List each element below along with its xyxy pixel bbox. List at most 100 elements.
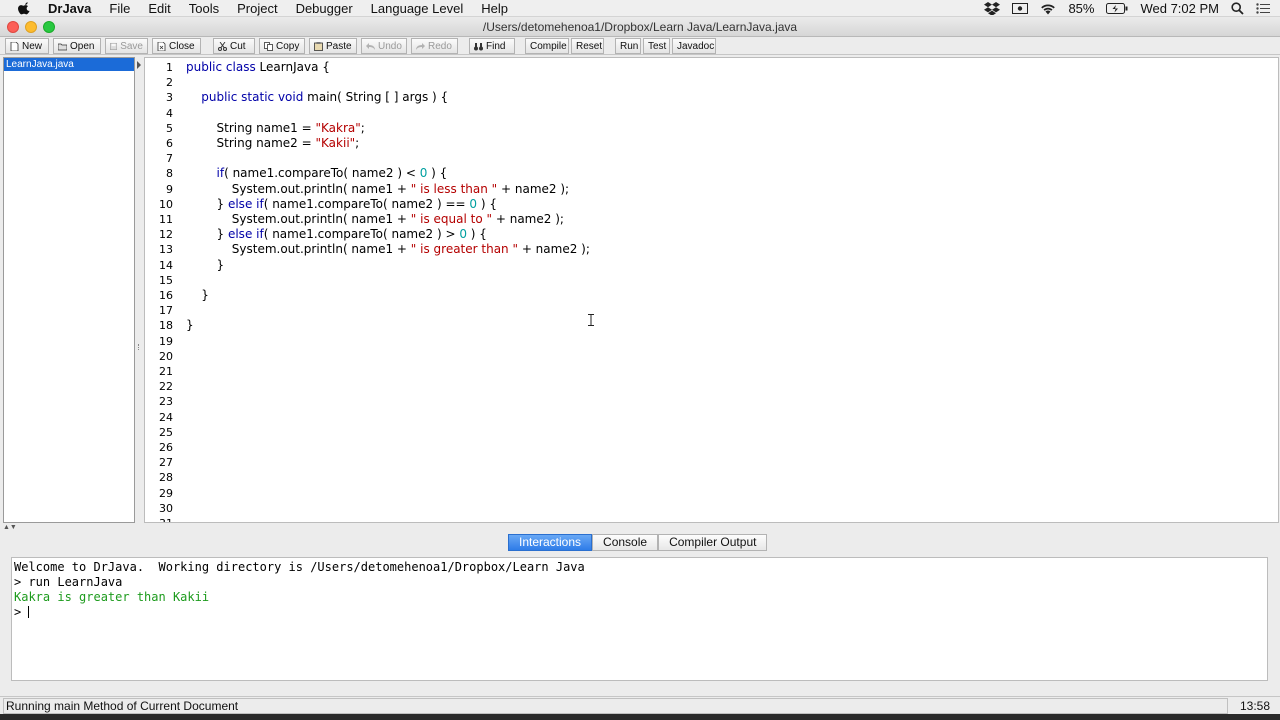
- new-button[interactable]: New: [5, 38, 49, 54]
- compile-button[interactable]: Compile: [525, 38, 569, 54]
- battery-icon[interactable]: [1106, 3, 1128, 14]
- code-line: } else if( name1.compareTo( name2 ) > 0 …: [186, 227, 487, 241]
- code-token: "Kakra": [315, 120, 361, 135]
- open-button[interactable]: Open: [53, 38, 101, 54]
- code-token: ;: [355, 136, 360, 150]
- menu-help[interactable]: Help: [481, 1, 508, 16]
- tab-interactions[interactable]: Interactions: [508, 534, 593, 551]
- code-token: System.out.println( name1 +: [186, 212, 411, 226]
- menu-file[interactable]: File: [109, 1, 130, 16]
- code-line: public class LearnJava {: [186, 60, 330, 74]
- horizontal-split-divider[interactable]: ▲▼: [0, 523, 1280, 531]
- code-token: " is less than ": [410, 181, 498, 196]
- find-button[interactable]: Find: [469, 38, 515, 54]
- code-token: }: [186, 227, 228, 242]
- code-token: }: [186, 288, 209, 302]
- line-number: 4: [166, 106, 173, 120]
- line-number: 21: [159, 365, 173, 378]
- code-token: ( name1.compareTo( name2 ) ==: [263, 196, 470, 211]
- line-number: 18: [159, 319, 173, 333]
- code-line: String name2 = "Kakii";: [186, 136, 360, 150]
- copy-button[interactable]: Copy: [259, 38, 305, 54]
- wifi-icon[interactable]: [1040, 3, 1056, 15]
- line-number: 13: [159, 243, 173, 257]
- vertical-split-divider[interactable]: [136, 57, 143, 523]
- tab-console[interactable]: Console: [592, 534, 659, 551]
- input-prompt-line[interactable]: >: [14, 605, 30, 619]
- window-title-bar[interactable]: /Users/detomehenoa1/Dropbox/Learn Java/L…: [0, 17, 1280, 37]
- line-number: 20: [159, 349, 173, 363]
- save-disk-icon: [110, 42, 118, 50]
- line-number: 25: [159, 425, 173, 439]
- code-token: + name2 );: [492, 212, 564, 226]
- copy-icon: [264, 41, 273, 51]
- line-number: 1: [166, 61, 173, 74]
- cut-button[interactable]: Cut: [213, 38, 255, 54]
- code-line: }: [186, 288, 209, 302]
- scissors-icon: [218, 41, 227, 51]
- line-number: 7: [166, 152, 173, 166]
- text-cursor-icon: [588, 314, 594, 326]
- menu-app-name[interactable]: DrJava: [48, 1, 91, 16]
- battery-percent: 85%: [1068, 1, 1095, 16]
- code-token: " is greater than ": [410, 242, 518, 257]
- copy-button-label: Copy: [276, 40, 300, 52]
- spotlight-search-icon[interactable]: [1231, 2, 1244, 15]
- test-button[interactable]: Test: [643, 38, 670, 54]
- redo-button-label: Redo: [428, 40, 452, 52]
- open-folder-icon: [58, 43, 67, 50]
- redo-button[interactable]: Redo: [411, 38, 458, 54]
- line-number: 23: [159, 395, 173, 409]
- reset-button[interactable]: Reset: [571, 38, 604, 54]
- javadoc-button[interactable]: Javadoc: [672, 38, 716, 54]
- save-button[interactable]: Save: [105, 38, 148, 54]
- menu-language-level[interactable]: Language Level: [371, 1, 464, 16]
- menubar-clock[interactable]: Wed 7:02 PM: [1140, 1, 1219, 16]
- collapse-arrow-icon[interactable]: [137, 61, 141, 69]
- code-token: String name1 =: [186, 120, 316, 135]
- apple-icon[interactable]: [18, 1, 32, 15]
- line-number: 27: [159, 456, 173, 470]
- code-token: main( String [ ] args ) {: [307, 90, 449, 105]
- paste-button[interactable]: Paste: [309, 38, 357, 54]
- undo-button[interactable]: Undo: [361, 38, 407, 54]
- status-bar: Running main Method of Current Document …: [0, 696, 1280, 714]
- code-editor[interactable]: 1 2 3 4 5 6 7 8 9 10 11 12 13 14 15 16 17 18 19 20 21 22 23 24 2…: [144, 57, 1279, 523]
- close-file-icon: [157, 41, 166, 51]
- document-list: LearnJava.java: [3, 57, 135, 523]
- split-arrows-icon[interactable]: ▲▼: [3, 524, 17, 531]
- new-file-icon: [10, 41, 19, 51]
- binoculars-icon: [474, 42, 483, 50]
- menu-debugger[interactable]: Debugger: [296, 1, 353, 16]
- run-button[interactable]: Run: [615, 38, 641, 54]
- notification-center-icon[interactable]: [1256, 3, 1270, 14]
- tab-compiler-output[interactable]: Compiler Output: [658, 534, 768, 551]
- status-message: Running main Method of Current Document: [3, 698, 1228, 714]
- toolbar: New Open Save Close Cut Copy Paste Undo …: [0, 37, 1280, 55]
- menu-tools[interactable]: Tools: [189, 1, 219, 16]
- new-button-label: New: [22, 40, 43, 52]
- code-token: + name2 );: [497, 181, 570, 196]
- code-token: }: [186, 196, 228, 211]
- test-button-label: Test: [648, 40, 667, 52]
- status-menu-area: 85% Wed 7:02 PM: [984, 0, 1270, 17]
- window-bottom-edge: [0, 714, 1280, 720]
- dropbox-icon[interactable]: [984, 2, 1001, 15]
- menu-project[interactable]: Project: [237, 1, 277, 16]
- line-number: 29: [159, 486, 173, 500]
- document-list-item[interactable]: LearnJava.java: [4, 58, 134, 71]
- line-number: 2: [166, 76, 173, 90]
- undo-button-label: Undo: [378, 40, 402, 52]
- line-number: 26: [159, 441, 173, 454]
- menu-edit[interactable]: Edit: [148, 1, 170, 16]
- code-token: }: [186, 257, 225, 272]
- code-token: 0: [459, 227, 467, 242]
- save-button-label: Save: [120, 40, 143, 52]
- paste-button-label: Paste: [326, 40, 352, 52]
- code-token: ) {: [466, 227, 487, 242]
- screen-mirror-icon[interactable]: [1012, 2, 1029, 15]
- code-token: ;: [360, 120, 365, 135]
- close-button[interactable]: Close: [152, 38, 201, 54]
- interactions-pane[interactable]: Welcome to DrJava. Working directory is …: [11, 557, 1268, 681]
- code-token: else if: [227, 227, 264, 242]
